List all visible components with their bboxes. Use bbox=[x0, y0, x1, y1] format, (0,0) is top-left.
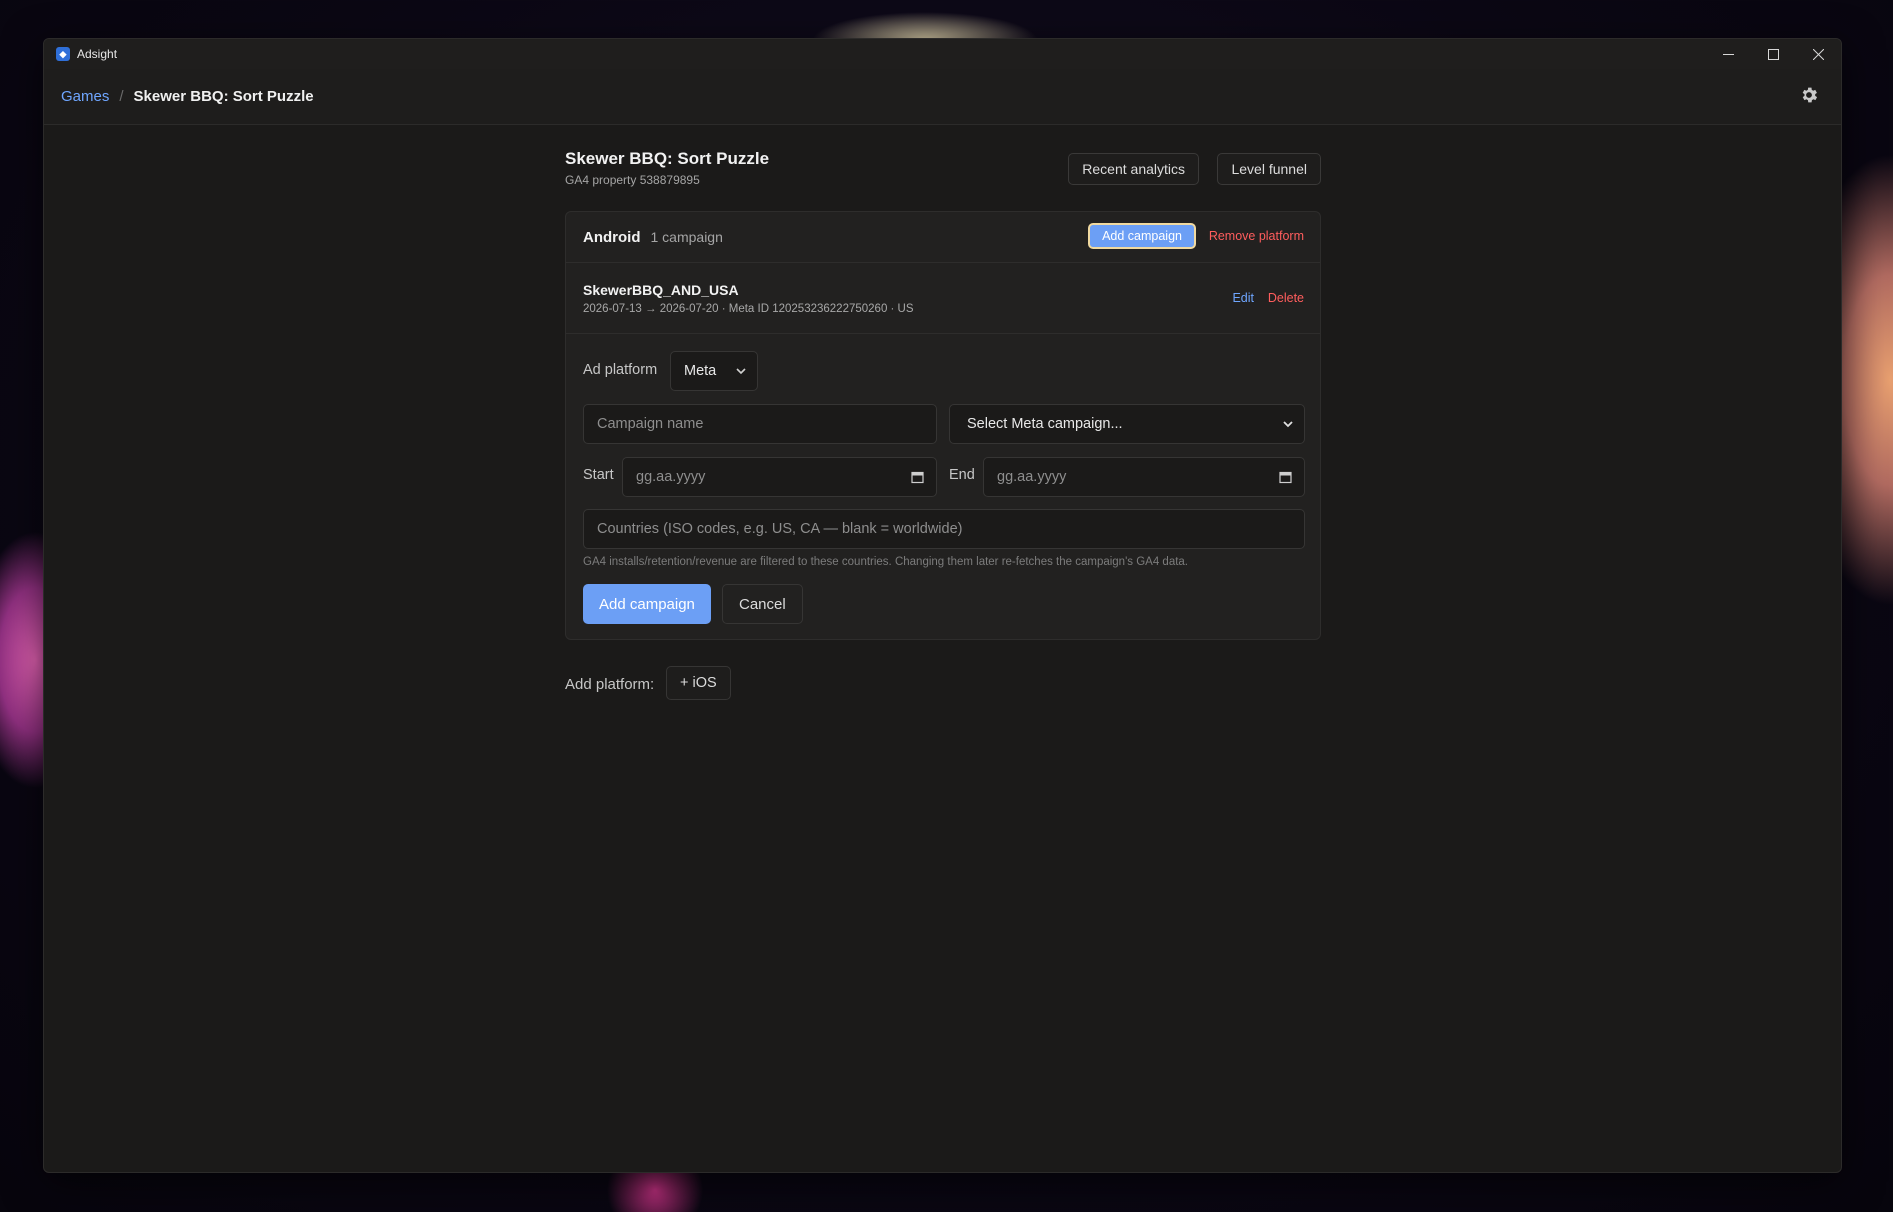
start-date-placeholder: gg.aa.yyyy bbox=[636, 469, 706, 485]
campaign-name: SkewerBBQ_AND_USA bbox=[583, 282, 739, 298]
cancel-button[interactable]: Cancel bbox=[722, 584, 803, 624]
ga4-property: GA4 property 538879895 bbox=[565, 173, 700, 187]
breadcrumb-games-link[interactable]: Games bbox=[61, 88, 109, 105]
maximize-icon[interactable] bbox=[1751, 39, 1796, 69]
add-campaign-button[interactable]: Add campaign bbox=[1088, 223, 1196, 249]
app-title: Adsight bbox=[77, 47, 118, 61]
add-platform-label: Add platform: bbox=[565, 676, 655, 693]
remove-platform-link[interactable]: Remove platform bbox=[1209, 229, 1304, 243]
chevron-down-icon bbox=[1283, 421, 1293, 428]
edit-campaign-link[interactable]: Edit bbox=[1232, 291, 1254, 305]
ad-platform-value: Meta bbox=[684, 363, 717, 379]
app-header: Games / Skewer BBQ: Sort Puzzle bbox=[44, 69, 1841, 125]
minimize-icon[interactable] bbox=[1706, 39, 1751, 69]
submit-add-campaign-button[interactable]: Add campaign bbox=[583, 584, 711, 624]
game-header: Skewer BBQ: Sort Puzzle GA4 property 538… bbox=[565, 149, 1321, 204]
end-label: End bbox=[949, 467, 975, 483]
breadcrumb-separator: / bbox=[119, 88, 124, 105]
title-bar: ◆ Adsight bbox=[44, 39, 1841, 69]
ad-platform-label: Ad platform bbox=[583, 362, 658, 378]
add-platform-row: Add platform: + iOS bbox=[565, 666, 1321, 706]
app-window: ◆ Adsight Games / Skewer BBQ: Sort Puzzl… bbox=[43, 38, 1842, 1173]
meta-campaign-select[interactable]: Select Meta campaign... bbox=[949, 404, 1305, 444]
calendar-icon[interactable] bbox=[1279, 471, 1292, 484]
start-label: Start bbox=[583, 467, 614, 483]
add-campaign-form: Ad platform Meta Campaign name Select Me… bbox=[566, 334, 1320, 639]
recent-analytics-button[interactable]: Recent analytics bbox=[1068, 153, 1199, 185]
close-icon[interactable] bbox=[1796, 39, 1841, 69]
platform-card: Android 1 campaign Add campaign Remove p… bbox=[565, 211, 1321, 640]
countries-input[interactable]: Countries (ISO codes, e.g. US, CA — blan… bbox=[583, 509, 1305, 549]
ad-platform-select[interactable]: Meta bbox=[670, 351, 758, 391]
level-funnel-button[interactable]: Level funnel bbox=[1217, 153, 1321, 185]
end-date-input[interactable]: gg.aa.yyyy bbox=[983, 457, 1305, 497]
delete-campaign-link[interactable]: Delete bbox=[1268, 291, 1304, 305]
meta-campaign-select-value: Select Meta campaign... bbox=[967, 416, 1123, 432]
add-ios-button[interactable]: + iOS bbox=[666, 666, 731, 700]
countries-hint: GA4 installs/retention/revenue are filte… bbox=[583, 556, 1189, 568]
campaign-meta: 2026-07-13 → 2026-07-20 · Meta ID 120253… bbox=[583, 303, 914, 315]
campaign-name-input[interactable]: Campaign name bbox=[583, 404, 937, 444]
window-controls bbox=[1706, 39, 1841, 69]
breadcrumb-current: Skewer BBQ: Sort Puzzle bbox=[133, 88, 314, 105]
game-title: Skewer BBQ: Sort Puzzle bbox=[565, 149, 770, 168]
app-logo-icon: ◆ bbox=[56, 47, 70, 61]
start-date-input[interactable]: gg.aa.yyyy bbox=[622, 457, 937, 497]
end-date-placeholder: gg.aa.yyyy bbox=[997, 469, 1067, 485]
platform-header: Android 1 campaign Add campaign Remove p… bbox=[566, 212, 1320, 263]
calendar-icon[interactable] bbox=[911, 471, 924, 484]
game-detail: Skewer BBQ: Sort Puzzle GA4 property 538… bbox=[565, 149, 1321, 706]
countries-placeholder: Countries (ISO codes, e.g. US, CA — blan… bbox=[597, 521, 963, 537]
platform-name: Android bbox=[583, 228, 641, 246]
campaign-name-placeholder: Campaign name bbox=[597, 416, 704, 432]
campaign-row: SkewerBBQ_AND_USA 2026-07-13 → 2026-07-2… bbox=[566, 263, 1320, 334]
campaign-count: 1 campaign bbox=[650, 229, 723, 245]
gear-icon[interactable] bbox=[1799, 85, 1819, 105]
chevron-down-icon bbox=[736, 368, 746, 375]
